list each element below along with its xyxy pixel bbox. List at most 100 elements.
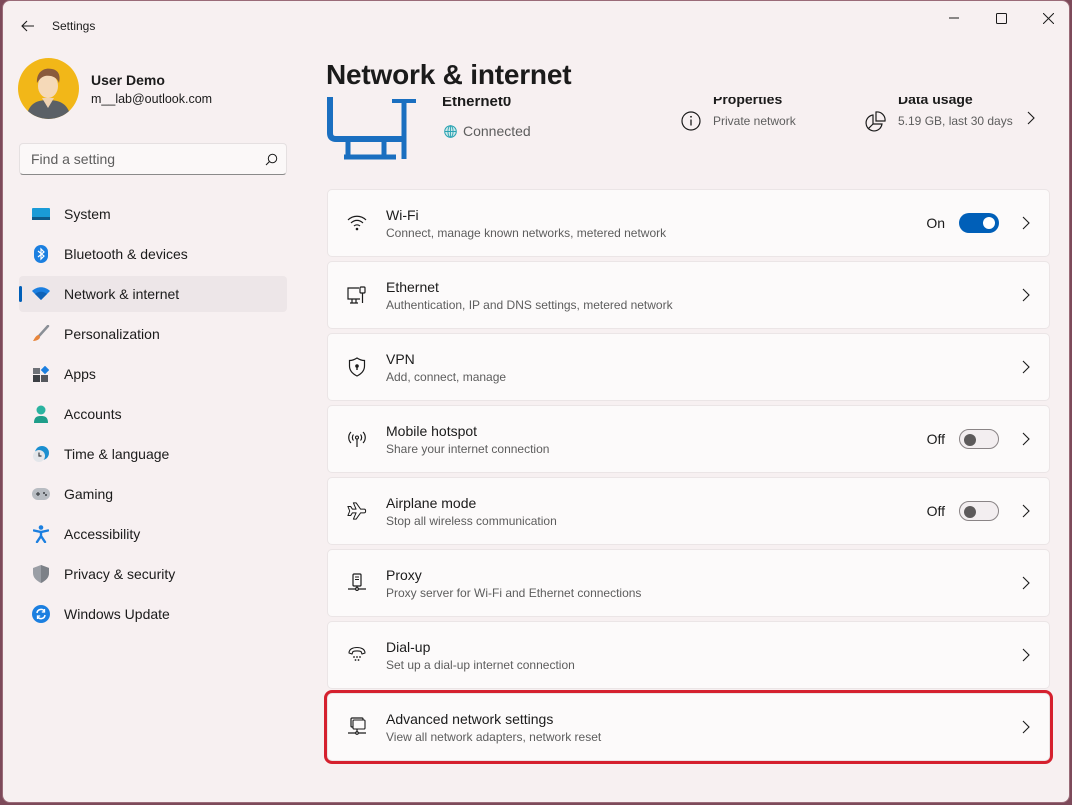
proxy-icon xyxy=(347,573,367,593)
wifi-card[interactable]: Wi-Fi Connect, manage known networks, me… xyxy=(327,189,1050,257)
info-icon xyxy=(681,111,701,131)
vpn-card[interactable]: VPN Add, connect, manage xyxy=(327,333,1050,401)
dialup-icon xyxy=(347,645,367,665)
advanced-network-settings-card[interactable]: Advanced network settings View all netwo… xyxy=(324,690,1053,764)
sidebar-item-label: System xyxy=(64,206,111,222)
airplane-toggle-label: Off xyxy=(926,503,945,519)
title-bar: Settings xyxy=(3,1,1069,49)
system-icon xyxy=(31,204,51,224)
sidebar-item-gaming[interactable]: Gaming xyxy=(19,476,287,512)
back-arrow-icon xyxy=(21,20,34,32)
settings-window: Settings User Demo m__lab@outlook.com Fi… xyxy=(2,0,1070,803)
ethernet-card[interactable]: Ethernet Authentication, IP and DNS sett… xyxy=(327,261,1050,329)
close-icon xyxy=(1042,12,1054,24)
wifi-icon xyxy=(31,284,51,304)
card-subtitle: Stop all wireless communication xyxy=(386,513,557,528)
minimize-button[interactable] xyxy=(931,1,977,35)
hotspot-toggle[interactable] xyxy=(959,429,999,449)
minimize-icon xyxy=(949,17,959,19)
wifi-toggle-label: On xyxy=(926,215,945,231)
sidebar-item-label: Time & language xyxy=(64,446,170,462)
airplane-toggle[interactable] xyxy=(959,501,999,521)
card-subtitle: Connect, manage known networks, metered … xyxy=(386,225,667,240)
accessibility-icon xyxy=(31,524,51,544)
sidebar-item-label: Gaming xyxy=(64,486,114,502)
sidebar-item-apps[interactable]: Apps xyxy=(19,356,287,392)
chevron-right-icon xyxy=(1021,504,1031,518)
hotspot-toggle-label: Off xyxy=(926,431,945,447)
card-subtitle: Authentication, IP and DNS settings, met… xyxy=(386,297,673,312)
sidebar-item-label: Accounts xyxy=(64,406,122,422)
connection-name: Ethernet0 xyxy=(442,97,512,110)
sidebar-item-label: Windows Update xyxy=(64,606,170,622)
sidebar-item-windows-update[interactable]: Windows Update xyxy=(19,596,287,632)
card-title: Advanced network settings xyxy=(386,710,554,727)
connection-header: Ethernet0 Connected Properties Private n… xyxy=(326,97,1050,167)
properties-link[interactable]: Properties Private network xyxy=(681,97,796,131)
search-box[interactable] xyxy=(19,143,287,175)
sidebar-item-personalization[interactable]: Personalization xyxy=(19,316,287,352)
chevron-right-icon xyxy=(1021,720,1031,734)
sidebar-item-privacy[interactable]: Privacy & security xyxy=(19,556,287,592)
sidebar-item-system[interactable]: System xyxy=(19,196,287,232)
globe-icon xyxy=(444,124,457,138)
sidebar-item-bluetooth[interactable]: Bluetooth & devices xyxy=(19,236,287,272)
chevron-right-icon xyxy=(1021,288,1031,302)
properties-subtitle: Private network xyxy=(713,114,796,128)
card-title: VPN xyxy=(386,350,415,367)
data-usage-link[interactable]: Data usage 5.19 GB, last 30 days xyxy=(864,97,1013,133)
person-icon xyxy=(31,404,51,424)
card-title: Wi-Fi xyxy=(386,206,419,223)
chevron-right-icon xyxy=(1021,432,1031,446)
profile-name: User Demo xyxy=(91,71,165,88)
connection-status: Connected xyxy=(444,123,531,139)
proxy-card[interactable]: Proxy Proxy server for Wi-Fi and Etherne… xyxy=(327,549,1050,617)
sidebar-item-label: Apps xyxy=(64,366,96,382)
chevron-right-icon xyxy=(1021,648,1031,662)
back-button[interactable] xyxy=(15,13,41,39)
card-title: Ethernet xyxy=(386,278,439,295)
sidebar-item-label: Network & internet xyxy=(64,286,180,302)
brush-icon xyxy=(31,324,51,344)
sidebar-item-accessibility[interactable]: Accessibility xyxy=(19,516,287,552)
card-subtitle: View all network adapters, network reset xyxy=(386,729,602,744)
chevron-right-icon[interactable] xyxy=(1027,111,1035,125)
sidebar-item-label: Personalization xyxy=(64,326,160,342)
chevron-right-icon xyxy=(1021,216,1031,230)
card-title: Mobile hotspot xyxy=(386,422,478,439)
avatar xyxy=(18,58,79,119)
app-title: Settings xyxy=(52,19,96,33)
connection-status-text: Connected xyxy=(463,123,531,139)
chevron-right-icon xyxy=(1021,360,1031,374)
profile-email: m__lab@outlook.com xyxy=(91,91,213,106)
data-usage-title: Data usage xyxy=(898,97,973,107)
settings-list: Wi-Fi Connect, manage known networks, me… xyxy=(324,189,1053,765)
hotspot-icon xyxy=(347,429,367,449)
sidebar-item-time-language[interactable]: Time & language xyxy=(19,436,287,472)
gamepad-icon xyxy=(31,484,51,504)
card-title: Airplane mode xyxy=(386,494,477,511)
card-title: Proxy xyxy=(386,566,422,583)
properties-title: Properties xyxy=(713,97,783,107)
search-input[interactable] xyxy=(20,151,256,167)
maximize-button[interactable] xyxy=(978,1,1024,35)
sidebar-item-network[interactable]: Network & internet xyxy=(19,276,287,312)
mobile-hotspot-card[interactable]: Mobile hotspot Share your internet conne… xyxy=(327,405,1050,473)
data-usage-subtitle: 5.19 GB, last 30 days xyxy=(898,114,1013,128)
airplane-mode-card[interactable]: Airplane mode Stop all wireless communic… xyxy=(327,477,1050,545)
user-profile[interactable]: User Demo m__lab@outlook.com xyxy=(18,58,212,119)
close-button[interactable] xyxy=(1025,1,1069,35)
chevron-right-icon xyxy=(1021,576,1031,590)
wifi-toggle[interactable] xyxy=(959,213,999,233)
card-title: Dial-up xyxy=(386,638,431,655)
clock-globe-icon xyxy=(31,444,51,464)
sidebar-item-label: Bluetooth & devices xyxy=(64,246,188,262)
search-icon[interactable] xyxy=(256,153,286,166)
update-icon xyxy=(31,604,51,624)
card-subtitle: Add, connect, manage xyxy=(386,369,507,384)
card-subtitle: Share your internet connection xyxy=(386,441,550,456)
card-subtitle: Proxy server for Wi-Fi and Ethernet conn… xyxy=(386,585,642,600)
airplane-icon xyxy=(347,501,367,521)
dialup-card[interactable]: Dial-up Set up a dial-up internet connec… xyxy=(327,621,1050,689)
sidebar-item-accounts[interactable]: Accounts xyxy=(19,396,287,432)
